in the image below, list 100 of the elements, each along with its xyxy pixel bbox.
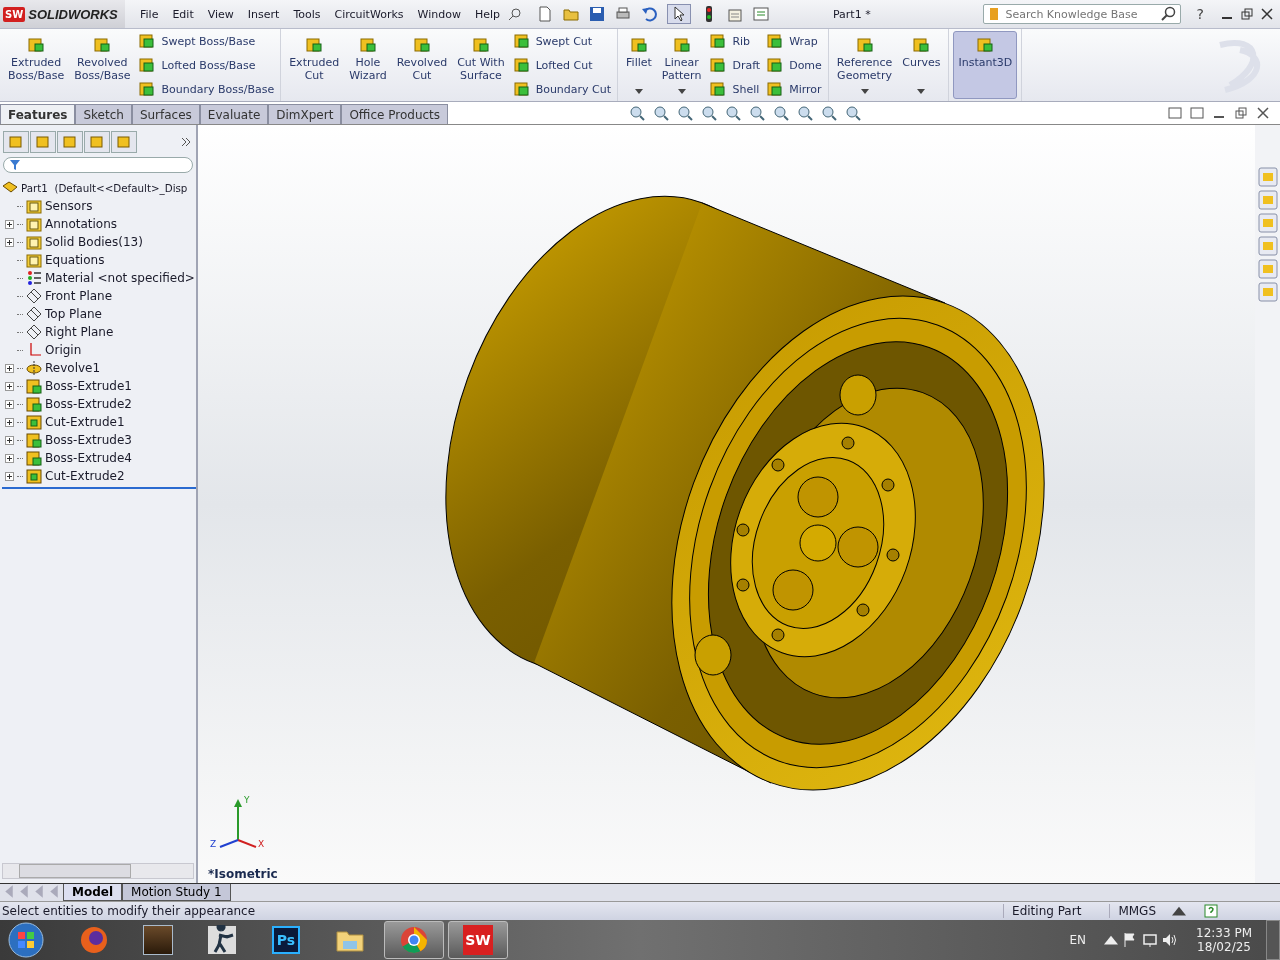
tree-item[interactable]: Annotations [45, 217, 118, 231]
menu-item[interactable]: CircuitWorks [327, 7, 411, 21]
ribbon-button[interactable]: Linear Pattern [657, 31, 706, 99]
property-manager-tab[interactable] [30, 131, 56, 153]
expand-icon[interactable] [5, 381, 14, 391]
save-icon[interactable] [588, 6, 605, 22]
expand-icon[interactable] [5, 399, 14, 409]
search-field[interactable]: Search Knowledge Base [982, 4, 1181, 24]
menu-item[interactable]: Help [467, 7, 507, 21]
feature-tree-tab[interactable] [3, 131, 29, 153]
expand-chevron-icon[interactable] [179, 135, 193, 149]
taskbar-app[interactable]: SW [448, 921, 508, 959]
ribbon-button[interactable]: Draft [707, 56, 763, 74]
tree-item[interactable]: Cut-Extrude1 [45, 415, 125, 429]
menu-item[interactable]: Tools [286, 7, 328, 21]
ribbon-button[interactable]: Cut With Surface [453, 31, 509, 99]
ribbon-button[interactable]: Extruded Cut [285, 31, 344, 99]
ribbon-button[interactable]: Instant3D [953, 31, 1018, 99]
ribbon-button[interactable]: Extruded Boss/Base [4, 31, 69, 99]
options-icon[interactable] [726, 6, 743, 22]
tree-item[interactable]: Solid Bodies(13) [45, 235, 143, 249]
tree-item[interactable]: Front Plane [45, 289, 113, 303]
help-icon[interactable] [1204, 904, 1218, 918]
horizontal-scrollbar[interactable] [2, 863, 194, 879]
taskbar-app[interactable] [384, 921, 444, 959]
menu-item[interactable]: File [133, 7, 166, 21]
zoom-icon[interactable] [628, 104, 647, 122]
ribbon-button[interactable]: Mirror [764, 80, 824, 98]
ribbon-button[interactable]: Wrap [764, 32, 824, 50]
expand-icon[interactable] [5, 363, 14, 373]
restore-icon[interactable] [1240, 7, 1254, 21]
caret-up-icon[interactable] [1172, 904, 1186, 918]
expand-icon[interactable] [5, 471, 14, 481]
tree-item[interactable]: Boss-Extrude1 [45, 379, 132, 393]
language-indicator[interactable]: EN [1069, 933, 1086, 947]
caret-icon[interactable] [917, 89, 926, 94]
tile-left-icon[interactable] [1168, 106, 1182, 120]
expand-icon[interactable] [5, 219, 14, 229]
tree-item[interactable]: Sensors [45, 199, 93, 213]
ribbon-button[interactable]: Reference Geometry [832, 31, 897, 99]
menu-item[interactable]: Edit [165, 7, 201, 21]
tree-item[interactable]: Equations [45, 253, 105, 267]
expand-icon[interactable] [5, 435, 14, 445]
tree-item[interactable]: Origin [45, 343, 82, 357]
search-icon[interactable] [1160, 6, 1177, 22]
expand-icon[interactable] [5, 417, 14, 427]
command-tab[interactable]: Sketch [75, 104, 132, 124]
ribbon-button[interactable]: Lofted Boss/Base [136, 56, 277, 74]
tile-right-icon[interactable] [1190, 106, 1204, 120]
show-hidden-icon[interactable] [1104, 933, 1118, 947]
ribbon-button[interactable]: Lofted Cut [510, 56, 614, 74]
flag-icon[interactable] [1122, 932, 1138, 948]
tree-item[interactable]: Material <not specified> [45, 271, 195, 285]
print-icon[interactable] [614, 6, 631, 22]
tree-item[interactable]: Cut-Extrude2 [45, 469, 125, 483]
menu-item[interactable]: View [200, 7, 241, 21]
expand-icon[interactable] [5, 237, 14, 247]
tree-item[interactable]: Boss-Extrude2 [45, 397, 132, 411]
tree-item[interactable]: Part1 (Default<<Default>_Disp [21, 182, 188, 194]
appearance-tab[interactable] [111, 131, 137, 153]
ribbon-button[interactable]: Rib [707, 32, 763, 50]
ribbon-button[interactable]: Swept Boss/Base [136, 32, 277, 50]
clock-time[interactable]: 12:33 PM [1196, 926, 1252, 940]
ribbon-button[interactable]: Revolved Cut [392, 31, 452, 99]
units-selector[interactable]: MMGS [1109, 904, 1164, 918]
command-tab[interactable]: Office Products [341, 104, 449, 124]
caret-icon[interactable] [634, 89, 643, 94]
ribbon-button[interactable]: Swept Cut [510, 32, 614, 50]
restore-icon[interactable] [1234, 106, 1248, 120]
ribbon-button[interactable]: Shell [707, 80, 763, 98]
list-icon[interactable] [752, 6, 769, 22]
select-button[interactable] [666, 4, 691, 24]
configuration-tab[interactable] [57, 131, 83, 153]
taskbar-app[interactable]: Ps [256, 921, 316, 959]
ribbon-button[interactable]: Curves [898, 31, 945, 99]
menu-item[interactable]: Insert [240, 7, 287, 21]
caret-icon[interactable] [860, 89, 869, 94]
caret-icon[interactable] [677, 89, 686, 94]
close-icon[interactable] [1260, 7, 1274, 21]
network-icon[interactable] [1142, 932, 1158, 948]
tree-item[interactable]: Boss-Extrude3 [45, 433, 132, 447]
open-folder-icon[interactable] [562, 6, 579, 22]
ribbon-button[interactable]: Hole Wizard [345, 31, 391, 99]
clock-date[interactable]: 18/02/25 [1197, 940, 1251, 954]
model-tab[interactable]: Model [63, 884, 123, 901]
tree-item[interactable]: Revolve1 [45, 361, 101, 375]
ribbon-button[interactable]: Revolved Boss/Base [70, 31, 135, 99]
command-tab[interactable]: DimXpert [268, 104, 342, 124]
filter-field[interactable] [3, 157, 193, 173]
expand-icon[interactable] [5, 453, 14, 463]
start-button[interactable] [8, 922, 44, 958]
target-tab[interactable] [84, 131, 110, 153]
help-button[interactable]: ? [1196, 6, 1204, 22]
menu-item[interactable]: Window [410, 7, 468, 21]
ribbon-button[interactable]: Dome [764, 56, 824, 74]
model-tab[interactable]: Motion Study 1 [122, 884, 231, 901]
speaker-icon[interactable] [1162, 932, 1178, 948]
tree-item[interactable]: Right Plane [45, 325, 114, 339]
ribbon-button[interactable]: Boundary Boss/Base [136, 80, 277, 98]
close-icon[interactable] [1256, 106, 1270, 120]
